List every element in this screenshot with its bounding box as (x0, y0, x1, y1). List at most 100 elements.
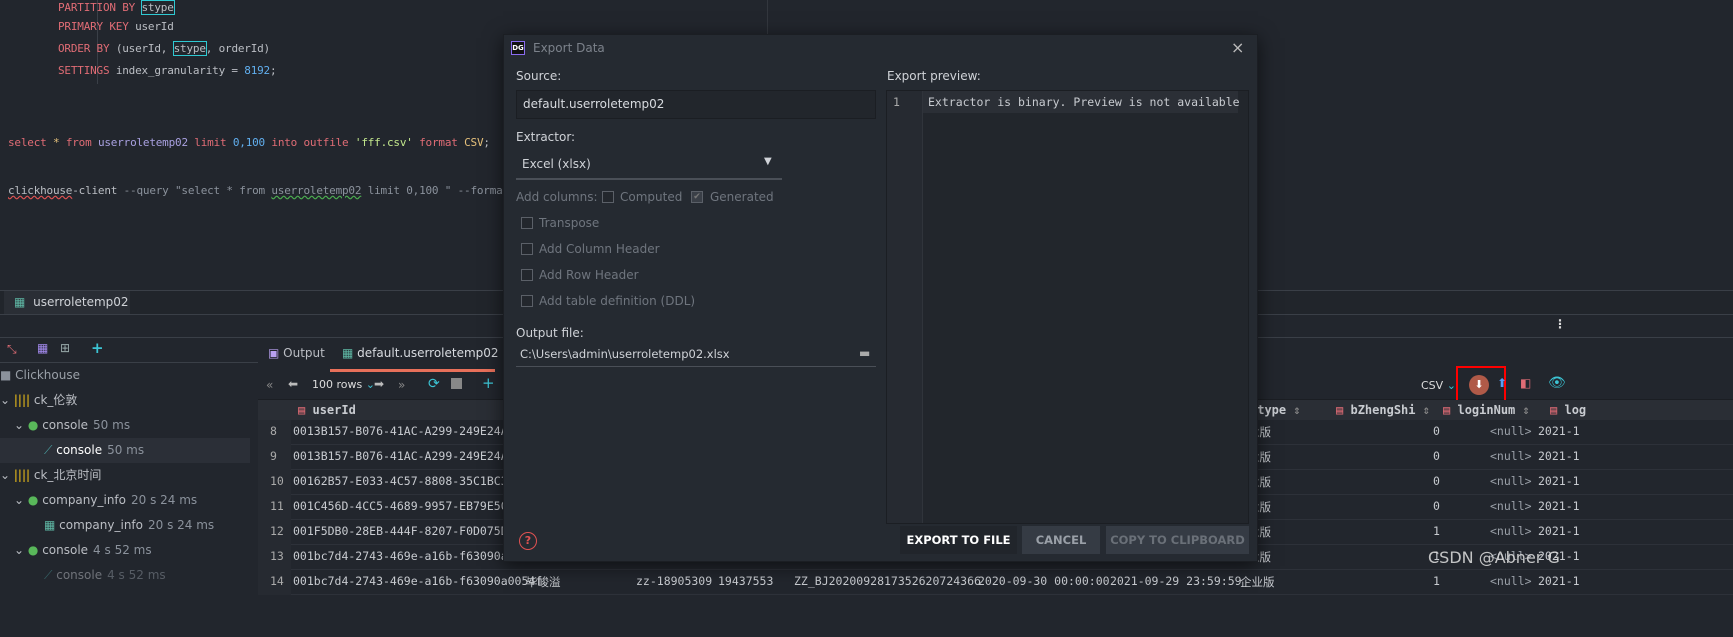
computed-checkbox[interactable] (602, 191, 614, 203)
source-field[interactable]: default.userroletemp02 (516, 90, 876, 119)
row-number[interactable]: 10 (270, 474, 284, 488)
tree-item[interactable]: ⌄ |||| ck_北京时间 (0, 463, 101, 488)
cell-loginNum[interactable]: <null> (1490, 424, 1532, 438)
prev-page-icon[interactable]: ⬅ (288, 377, 298, 391)
format-select[interactable]: CSV ⌄ (1421, 379, 1456, 392)
view-icon[interactable]: 👁 (1548, 375, 1566, 391)
cell-userId[interactable]: 0013B157-B076-41AC-A299-249E24A4A (293, 424, 521, 438)
cell-log[interactable]: 2021-1 (1538, 499, 1580, 513)
cell-loginNum[interactable]: <null> (1490, 524, 1532, 538)
cell-bZhengShi[interactable]: 1 (1433, 524, 1440, 538)
compare-icon[interactable]: ◧ (1520, 376, 1531, 390)
code-line: PARTITION BY stype (58, 0, 175, 15)
row-number[interactable]: 14 (270, 574, 284, 588)
row-number[interactable]: 13 (270, 549, 284, 563)
cell-userId[interactable]: 001bc7d4-2743-469e-a16b-f63090a0054f (293, 574, 542, 588)
export-data-icon[interactable]: ⬇ (1469, 375, 1489, 395)
tree-item[interactable]: ⌄ ● console 4 s 52 ms (14, 538, 152, 563)
cell-loginNum[interactable]: <null> (1490, 499, 1532, 513)
help-icon[interactable]: ? (519, 532, 537, 550)
cell-userId[interactable]: 0013B157-B076-41AC-A299-249E24A4A (293, 449, 521, 463)
extractor-select[interactable]: Excel (xlsx) ▼ (516, 150, 782, 180)
add-icon[interactable]: + (91, 339, 104, 357)
add-columns-label: Add columns: (516, 190, 598, 204)
tree-item[interactable]: ⌄ ● console 50 ms (14, 413, 130, 438)
output-file-label: Output file: (516, 326, 584, 340)
code-line: SETTINGS index_granularity = 8192; (58, 64, 277, 77)
stop-icon[interactable] (451, 378, 462, 389)
export-to-file-button[interactable]: EXPORT TO FILE (900, 526, 1017, 554)
cell-log[interactable]: 2021-1 (1538, 424, 1580, 438)
cell-bZhengShi[interactable]: 0 (1433, 424, 1440, 438)
cell-log[interactable]: 2021-1 (1538, 449, 1580, 463)
cell-userId[interactable]: 001F5DB0-28EB-444F-8207-F0D075D8B (293, 524, 521, 538)
tree-item[interactable]: ▦ company_info 20 s 24 ms (44, 513, 214, 538)
code-line: ORDER BY (userId, stype, orderId) (58, 41, 270, 56)
cell[interactable]: 2021-09-29 23:59:59 (1110, 574, 1242, 588)
tree-item[interactable]: ⟋ console 4 s 52 ms (44, 563, 166, 588)
new-console-icon[interactable]: ⊞ (60, 341, 70, 355)
cell-userId[interactable]: 001C456D-4CC5-4689-9957-EB79E501B (293, 499, 521, 513)
add-row-icon[interactable]: + (482, 374, 495, 392)
add-ddl-checkbox[interactable] (521, 295, 533, 307)
generated-checkbox[interactable]: ✔ (691, 191, 703, 203)
cell-userId[interactable]: 00162B57-E033-4C57-8808-35C1BC3E9 (293, 474, 521, 488)
cell-stype[interactable]: 企业版 (1240, 574, 1275, 590)
column-header-log[interactable]: ▤ log (1550, 403, 1586, 417)
breadcrumb-item[interactable]: ▦ userroletemp02 (4, 291, 130, 314)
transpose-checkbox[interactable] (521, 217, 533, 229)
plug-icon: ● (27, 543, 39, 557)
collapse-icon[interactable]: ⤡ (7, 342, 17, 357)
cell-bZhengShi[interactable]: 1 (1433, 574, 1440, 588)
tree-item[interactable]: ⌄ |||| ck_伦敦 (0, 388, 77, 413)
export-data-dialog: DG Export Data × Source: default.userrol… (503, 34, 1258, 562)
rows-select[interactable]: 100 rows ⌄ (312, 378, 375, 391)
cell-bZhengShi[interactable]: 0 (1433, 449, 1440, 463)
row-number[interactable]: 12 (270, 524, 284, 538)
tree-item-selected[interactable]: ⟋ console 50 ms (0, 438, 250, 463)
tab-results[interactable]: ▦ default.userroletemp02 × (330, 338, 515, 372)
row-number[interactable]: 9 (270, 449, 277, 463)
datagrip-logo: DG (511, 41, 525, 55)
cell-log[interactable]: 2021-1 (1538, 474, 1580, 488)
layout-icon[interactable]: ▦ (37, 341, 48, 355)
cell-loginNum[interactable]: <null> (1490, 449, 1532, 463)
cancel-button[interactable]: CANCEL (1022, 526, 1100, 554)
cell-loginNum[interactable]: <null> (1490, 474, 1532, 488)
add-row-header-checkbox[interactable] (521, 269, 533, 281)
cell[interactable]: 2020-09-30 00:00:00 (978, 574, 1110, 588)
cell-bZhengShi[interactable]: 0 (1433, 474, 1440, 488)
row-number[interactable]: 11 (270, 499, 284, 513)
preview-text: Extractor is binary. Preview is not avai… (928, 95, 1240, 109)
cell-log[interactable]: 2021-1 (1538, 574, 1580, 588)
table-icon: ▦ (342, 346, 354, 360)
column-header-bZhengShi[interactable]: ▤ bZhengShi ⇕ (1336, 403, 1430, 417)
cell[interactable]: zz-18905309 (636, 574, 712, 588)
export-preview: 1 Extractor is binary. Preview is not av… (886, 90, 1249, 524)
more-options-icon[interactable]: ⋮ (1554, 317, 1566, 331)
column-header-userId[interactable]: ▤ userId (298, 403, 356, 417)
tab-output[interactable]: ▣ Output (268, 346, 325, 360)
copy-to-clipboard-button[interactable]: COPY TO CLIPBOARD (1106, 526, 1249, 554)
close-icon[interactable]: × (1231, 38, 1244, 57)
import-icon[interactable]: ⬆ (1497, 376, 1507, 390)
tree-item[interactable]: ⌄ ● company_info 20 s 24 ms (14, 488, 197, 513)
folder-icon[interactable]: ▬ (859, 346, 870, 360)
output-file-field[interactable]: C:\Users\admin\userroletemp02.xlsx ▬ (516, 343, 876, 367)
refresh-icon[interactable]: ⟳ (428, 376, 440, 392)
column-header-loginNum[interactable]: ▤ loginNum ⇕ (1443, 403, 1530, 417)
last-page-icon[interactable]: » (398, 378, 405, 392)
cell-loginNum[interactable]: <null> (1490, 574, 1532, 588)
cell-bZhengShi[interactable]: 0 (1433, 499, 1440, 513)
cell[interactable]: ZZ_BJ2020092817352620724366 (794, 574, 981, 588)
next-page-icon[interactable]: ➡ (374, 377, 384, 391)
cell-log[interactable]: 2021-1 (1538, 524, 1580, 538)
tree-root[interactable]: ■ Clickhouse (0, 363, 80, 388)
table-row[interactable]: 14 001bc7d4-2743-469e-a16b-f63090a0054f 毕峻… (258, 570, 1733, 595)
row-number[interactable]: 8 (270, 424, 277, 438)
cell[interactable]: 毕峻溢 (526, 574, 561, 590)
add-column-header-checkbox[interactable] (521, 243, 533, 255)
first-page-icon[interactable]: « (266, 378, 273, 392)
cell[interactable]: 19437553 (718, 574, 773, 588)
cell-userId[interactable]: 001bc7d4-2743-469e-a16b-f63090a00 (293, 549, 521, 563)
